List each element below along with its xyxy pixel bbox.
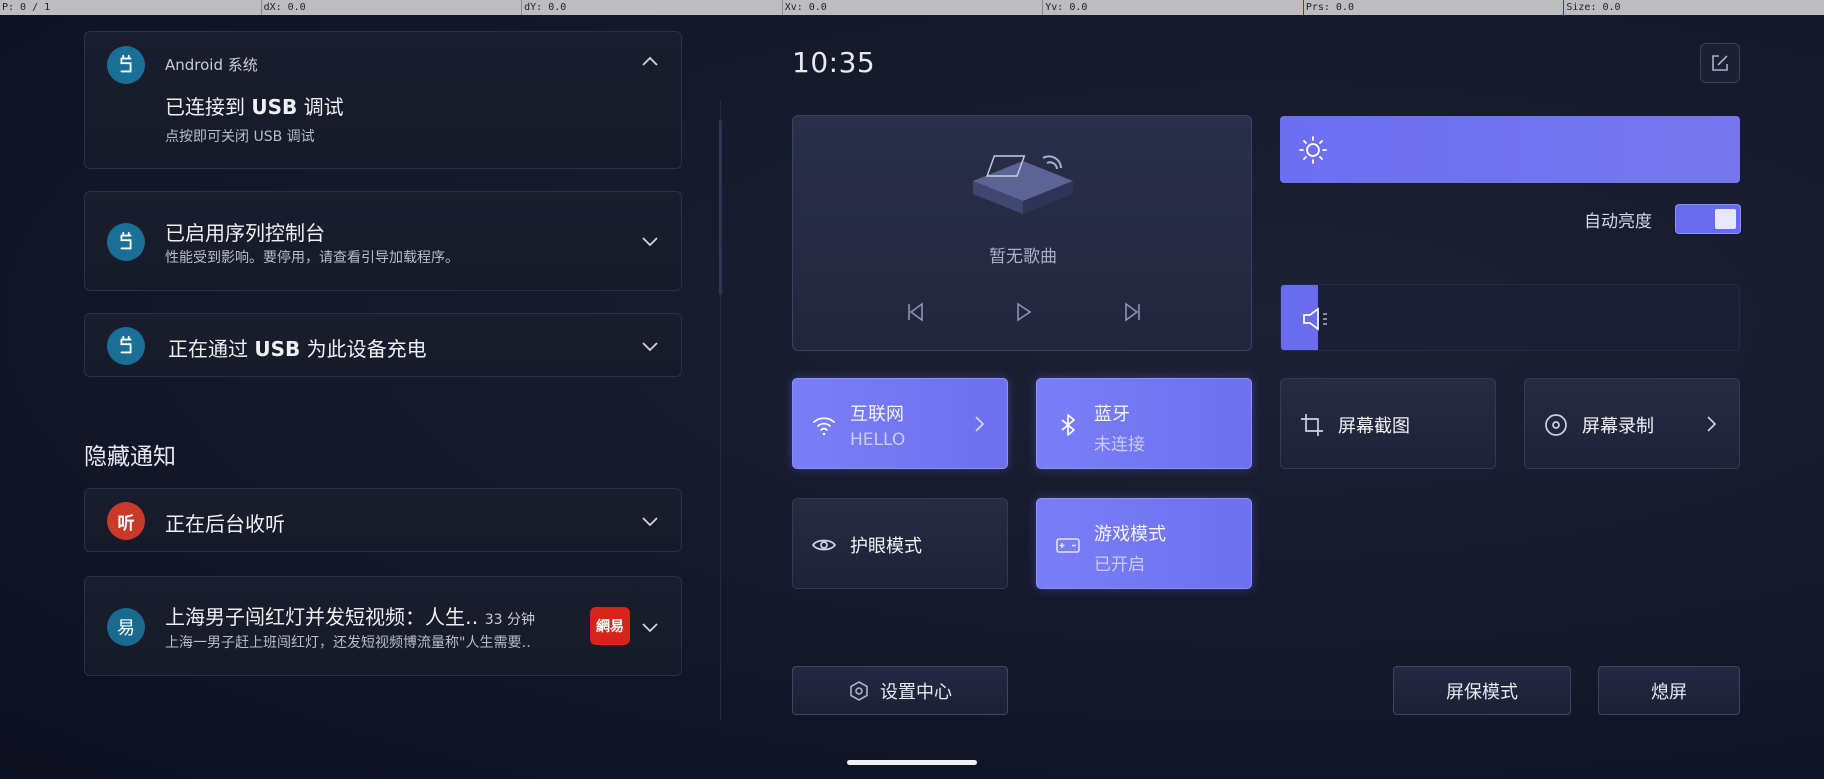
- auto-brightness-toggle[interactable]: [1675, 204, 1741, 234]
- next-track-icon[interactable]: [1121, 300, 1145, 324]
- bluetooth-icon: [1061, 414, 1075, 436]
- notification-usb-debugging[interactable]: Android 系统 已连接到 USB 调试 点按即可关闭 USB 调试: [84, 31, 682, 169]
- debug-yv: Yv: 0.0: [1042, 0, 1303, 15]
- notification-serial-console[interactable]: 已启用序列控制台 性能受到影响。要停用，请查看引导加载程序。: [84, 191, 682, 291]
- notification-title: 已连接到 USB 调试: [165, 95, 344, 119]
- tile-eye-protection[interactable]: 护眼模式: [792, 498, 1008, 589]
- chevron-down-icon[interactable]: [641, 515, 659, 527]
- eye-icon: [811, 539, 837, 551]
- clock: 10:35: [792, 46, 876, 79]
- play-icon[interactable]: [1011, 300, 1035, 324]
- tile-game-mode[interactable]: 游戏模式 已开启: [1036, 498, 1252, 589]
- notification-app-name: Android 系统: [165, 56, 258, 74]
- settings-center-label: 设置中心: [880, 681, 952, 703]
- notification-subtitle: 上海一男子赶上班闯红灯，还发短视频博流量称"人生需要‥: [165, 635, 531, 651]
- home-gesture-bar[interactable]: [847, 760, 977, 765]
- debug-overlay-bar: P: 0 / 1 dX: 0.0 dY: 0.0 Xv: 0.0 Yv: 0.0…: [0, 0, 1824, 15]
- chevron-down-icon[interactable]: [641, 340, 659, 352]
- hidden-notifications-header: 隐藏通知: [84, 444, 176, 470]
- chevron-down-icon[interactable]: [641, 235, 659, 247]
- tile-screen-record[interactable]: 屏幕录制: [1524, 378, 1740, 469]
- screen-off-button[interactable]: 熄屏: [1598, 666, 1740, 715]
- record-icon: [1545, 414, 1567, 436]
- notification-title: 已启用序列控制台: [165, 221, 325, 245]
- screensaver-button[interactable]: 屏保模式: [1393, 666, 1571, 715]
- notification-time: 33 分钟: [484, 612, 535, 628]
- notification-listening-background[interactable]: 听 正在后台收听: [84, 488, 682, 552]
- media-player-card[interactable]: 暂无歌曲: [792, 115, 1252, 351]
- tile-label: 屏幕截图: [1338, 416, 1410, 437]
- debug-size: Size: 0.0: [1563, 0, 1824, 15]
- volume-slider[interactable]: [1280, 284, 1740, 351]
- settings-hexagon-icon: [850, 680, 868, 701]
- brightness-slider[interactable]: [1280, 116, 1740, 183]
- notification-news[interactable]: 易 上海男子闯红灯并发短视频：人生‥ 33 分钟 上海一男子赶上班闯红灯，还发短…: [84, 576, 682, 676]
- debug-dy: dY: 0.0: [521, 0, 782, 15]
- settings-center-button[interactable]: 设置中心: [792, 666, 1008, 715]
- wifi-icon: [813, 417, 835, 436]
- tile-label: 蓝牙: [1094, 404, 1130, 425]
- netease-logo-badge: 網易: [590, 607, 630, 645]
- sun-icon: [1299, 136, 1327, 164]
- notification-usb-charging[interactable]: 正在通过 USB 为此设备充电: [84, 313, 682, 377]
- gamepad-icon: [1056, 538, 1080, 553]
- android-system-icon: [107, 327, 145, 365]
- android-system-icon: [107, 223, 145, 261]
- notification-title: 正在后台收听: [165, 512, 285, 536]
- debug-pointer: P: 0 / 1: [2, 2, 51, 13]
- previous-track-icon[interactable]: [903, 300, 927, 324]
- debug-dx: dX: 0.0: [260, 0, 522, 15]
- chevron-right-icon: [975, 416, 985, 432]
- tile-label: 互联网: [850, 404, 904, 425]
- crop-icon: [1301, 414, 1323, 436]
- auto-brightness-label: 自动亮度: [1584, 212, 1652, 232]
- toggle-knob: [1715, 209, 1736, 229]
- edit-button[interactable]: [1700, 43, 1740, 83]
- android-system-icon: [107, 46, 145, 84]
- debug-xv: Xv: 0.0: [781, 0, 1043, 15]
- notification-subtitle: 性能受到影响。要停用，请查看引导加载程序。: [165, 250, 459, 266]
- tile-label: 屏幕录制: [1582, 416, 1654, 437]
- notification-title: 正在通过 USB 为此设备充电: [168, 337, 427, 361]
- tile-screenshot[interactable]: 屏幕截图: [1280, 378, 1496, 469]
- chevron-right-icon: [1707, 416, 1717, 432]
- tile-sublabel: 已开启: [1094, 555, 1145, 575]
- tile-label: 护眼模式: [850, 536, 922, 557]
- scrollbar-thumb[interactable]: [719, 120, 722, 295]
- tile-bluetooth[interactable]: 蓝牙 未连接: [1036, 378, 1252, 469]
- tile-internet[interactable]: 互联网 HELLO: [792, 378, 1008, 469]
- debug-pressure: Prs: 0.0: [1302, 0, 1564, 15]
- netease-news-icon: 易: [107, 608, 145, 646]
- tile-sublabel: HELLO: [850, 430, 906, 450]
- chevron-down-icon[interactable]: [641, 621, 659, 633]
- no-song-label: 暂无歌曲: [989, 247, 1057, 267]
- speaker-icon: [1303, 307, 1327, 331]
- chevron-up-icon[interactable]: [641, 55, 659, 67]
- tile-sublabel: 未连接: [1094, 435, 1145, 455]
- edit-icon: [1712, 55, 1728, 71]
- listen-app-icon: 听: [107, 502, 145, 540]
- tile-label: 游戏模式: [1094, 524, 1166, 545]
- notification-subtitle: 点按即可关闭 USB 调试: [165, 129, 315, 145]
- no-music-illustration: [973, 155, 1073, 214]
- notification-title: 上海男子闯红灯并发短视频：人生‥ 33 分钟: [165, 605, 535, 629]
